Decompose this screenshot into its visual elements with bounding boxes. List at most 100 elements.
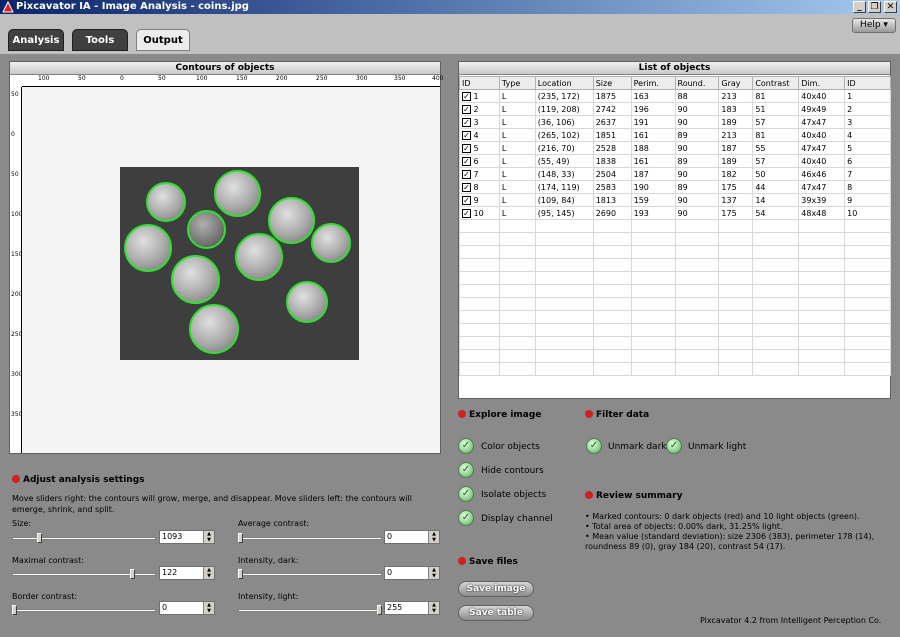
table-cell: (265, 102) xyxy=(534,128,594,142)
border-contrast-value[interactable]: 0 xyxy=(162,603,167,612)
slider-thumb[interactable] xyxy=(238,569,243,579)
spin-arrows-icon[interactable]: ▲ ▼ xyxy=(428,602,439,614)
minimize-button[interactable]: _ xyxy=(853,1,866,13)
slider-thumb[interactable] xyxy=(130,569,135,579)
slider-thumb[interactable] xyxy=(12,605,17,615)
hide-contours-label[interactable]: Hide contours xyxy=(481,466,544,476)
col-header[interactable]: ID xyxy=(844,76,891,90)
coin-contour[interactable] xyxy=(286,281,328,323)
col-header[interactable]: Round. xyxy=(674,76,720,90)
col-header[interactable]: Gray xyxy=(718,76,754,90)
spin-arrows-icon[interactable]: ▲ ▼ xyxy=(203,602,214,614)
cell-text: 193 xyxy=(633,208,649,218)
coin-contour[interactable] xyxy=(146,182,186,222)
col-header[interactable]: Type xyxy=(498,76,536,90)
intensity-dark-value[interactable]: 0 xyxy=(387,568,392,577)
isolate-objects-label[interactable]: Isolate objects xyxy=(481,490,546,500)
spin-arrows-icon[interactable]: ▲ ▼ xyxy=(203,567,214,579)
row-checkbox[interactable]: ✓ xyxy=(462,182,471,192)
tab-tools[interactable]: Tools xyxy=(72,29,128,51)
table-row[interactable]: ✓ 4 L (265, 102) 1851 161 89 213 81 40x40 4 xyxy=(459,128,891,142)
empty-cell xyxy=(798,271,846,285)
color-objects-label[interactable]: Color objects xyxy=(481,442,540,452)
cell-text: 8 xyxy=(473,182,479,192)
slider-thumb[interactable] xyxy=(377,605,382,615)
unmark-dark-check-icon[interactable]: ✓ xyxy=(586,438,602,454)
col-header[interactable]: Perim. xyxy=(630,76,676,90)
unmark-light-check-icon[interactable]: ✓ xyxy=(666,438,682,454)
tab-output[interactable]: Output xyxy=(136,29,190,51)
table-row[interactable]: ✓ 5 L (216, 70) 2528 188 90 187 55 47x47 5 xyxy=(459,141,891,155)
row-checkbox[interactable]: ✓ xyxy=(462,208,471,218)
coin-contour[interactable] xyxy=(171,255,220,304)
coin-contour[interactable] xyxy=(311,223,351,263)
image-canvas[interactable] xyxy=(22,87,440,453)
display-channel-check-icon[interactable]: ✓ xyxy=(458,510,474,526)
table-row[interactable]: ✓ 7 L (148, 33) 2504 187 90 182 50 46x46 7 xyxy=(459,167,891,181)
size-value[interactable]: 1093 xyxy=(162,532,182,541)
size-spinbox[interactable]: 1093 ▲ ▼ xyxy=(159,530,215,544)
avg-contrast-spinbox[interactable]: 0 ▲ ▼ xyxy=(384,530,440,544)
avg-contrast-slider[interactable] xyxy=(238,533,382,543)
border-contrast-spinbox[interactable]: 0 ▲ ▼ xyxy=(159,601,215,615)
row-checkbox[interactable]: ✓ xyxy=(462,117,471,127)
table-row[interactable]: ✓ 1 L (235, 172) 1875 163 88 213 81 40x40 1 xyxy=(459,89,891,103)
isolate-objects-check-icon[interactable]: ✓ xyxy=(458,486,474,502)
row-checkbox[interactable]: ✓ xyxy=(462,130,471,140)
display-channel-label[interactable]: Display channel xyxy=(481,514,553,524)
save-image-button[interactable]: Save image xyxy=(458,581,534,597)
col-header[interactable]: Location xyxy=(534,76,594,90)
table-row[interactable]: ✓ 6 L (55, 49) 1838 161 89 189 57 40x40 6 xyxy=(459,154,891,168)
slider-thumb[interactable] xyxy=(238,533,243,543)
help-button[interactable]: Help ▾ xyxy=(852,18,896,33)
col-header[interactable]: Contrast xyxy=(752,76,800,90)
coin-contour[interactable] xyxy=(189,304,239,354)
row-checkbox[interactable]: ✓ xyxy=(462,195,471,205)
save-table-button[interactable]: Save table xyxy=(458,605,534,621)
max-contrast-value[interactable]: 122 xyxy=(162,568,177,577)
intensity-dark-spinbox[interactable]: 0 ▲ ▼ xyxy=(384,566,440,580)
tab-analysis[interactable]: Analysis xyxy=(8,29,64,51)
coins-image[interactable] xyxy=(120,167,359,360)
spin-arrows-icon[interactable]: ▲ ▼ xyxy=(428,531,439,543)
unmark-dark-label[interactable]: Unmark dark xyxy=(608,442,667,452)
intensity-light-spinbox[interactable]: 255 ▲ ▼ xyxy=(384,601,440,615)
avg-contrast-value[interactable]: 0 xyxy=(387,532,392,541)
size-slider[interactable] xyxy=(12,533,156,543)
hide-contours-check-icon[interactable]: ✓ xyxy=(458,462,474,478)
table-row[interactable]: ✓ 10 L (95, 145) 2690 193 90 175 54 48x48 10 xyxy=(459,206,891,220)
spin-arrows-icon[interactable]: ▲ ▼ xyxy=(428,567,439,579)
coin-contour[interactable] xyxy=(124,224,172,272)
close-button[interactable]: ✕ xyxy=(884,1,897,13)
empty-cell xyxy=(752,271,800,285)
max-contrast-slider[interactable] xyxy=(12,569,156,579)
table-row[interactable]: ✓ 9 L (109, 84) 1813 159 90 137 14 39x39 9 xyxy=(459,193,891,207)
coin-contour[interactable] xyxy=(187,210,226,249)
coin-contour[interactable] xyxy=(235,233,283,281)
col-header[interactable]: Size xyxy=(592,76,632,90)
border-contrast-slider[interactable] xyxy=(12,605,156,615)
slider-thumb[interactable] xyxy=(37,533,42,543)
spin-arrows-icon[interactable]: ▲ ▼ xyxy=(203,531,214,543)
coin-contour[interactable] xyxy=(214,170,261,217)
unmark-light-label[interactable]: Unmark light xyxy=(688,442,746,452)
row-checkbox[interactable]: ✓ xyxy=(462,104,471,114)
table-row[interactable]: ✓ 3 L (36, 106) 2637 191 90 189 57 47x47 3 xyxy=(459,115,891,129)
row-checkbox[interactable]: ✓ xyxy=(462,169,471,179)
col-header[interactable]: ID xyxy=(459,76,500,90)
table-cell: 6 xyxy=(844,154,891,168)
row-checkbox[interactable]: ✓ xyxy=(462,91,471,101)
coin-contour[interactable] xyxy=(268,197,315,244)
max-contrast-spinbox[interactable]: 122 ▲ ▼ xyxy=(159,566,215,580)
slider-track xyxy=(238,609,382,612)
color-objects-check-icon[interactable]: ✓ xyxy=(458,438,474,454)
table-row[interactable]: ✓ 2 L (119, 208) 2742 196 90 183 51 49x49 2 xyxy=(459,102,891,116)
table-row[interactable]: ✓ 8 L (174, 119) 2583 190 89 175 44 47x47 8 xyxy=(459,180,891,194)
intensity-light-slider[interactable] xyxy=(238,605,382,615)
intensity-dark-slider[interactable] xyxy=(238,569,382,579)
intensity-light-value[interactable]: 255 xyxy=(387,603,402,612)
row-checkbox[interactable]: ✓ xyxy=(462,156,471,166)
row-checkbox[interactable]: ✓ xyxy=(462,143,471,153)
col-header[interactable]: Dim. xyxy=(798,76,846,90)
restore-button[interactable]: ❐ xyxy=(868,1,881,13)
